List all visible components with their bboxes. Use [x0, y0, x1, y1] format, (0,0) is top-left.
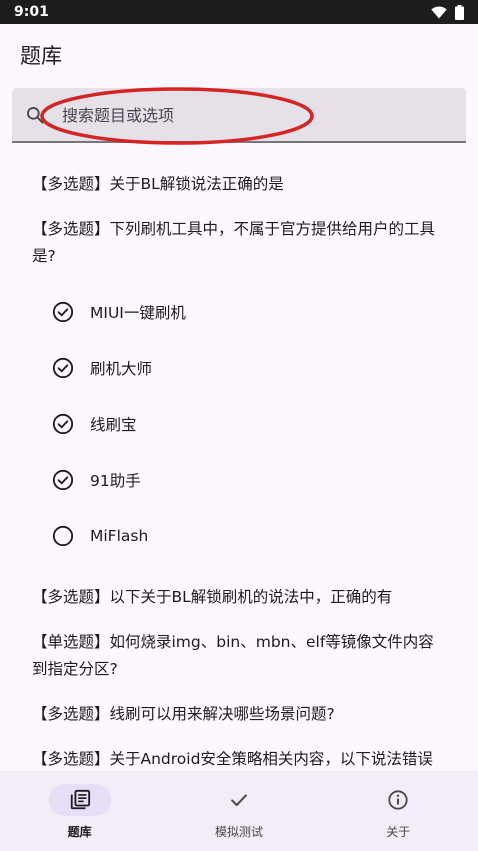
check-circle-icon — [52, 413, 74, 435]
check-circle-icon — [52, 357, 74, 379]
question-text: 【多选题】线刷可以用来解决哪些场景问题? — [32, 705, 335, 723]
search-icon — [27, 107, 44, 124]
option-item[interactable]: 刷机大师 — [0, 340, 478, 396]
status-icons — [431, 4, 464, 20]
nav-item-library[interactable]: 题库 — [25, 784, 135, 840]
question-item[interactable]: 【单选题】如何烧录img、bin、mbn、elf等镜像文件内容到指定分区? — [0, 629, 478, 683]
question-item[interactable]: 【多选题】下列刷机工具中，不属于官方提供给用户的工具是? — [0, 216, 478, 270]
bottom-navigation: 题库 模拟测试 关于 — [0, 771, 478, 851]
question-text: 【单选题】如何烧录img、bin、mbn、elf等镜像文件内容到指定分区? — [32, 633, 434, 678]
question-item[interactable]: 【多选题】以下关于BL解锁刷机的说法中，正确的有 — [0, 584, 478, 611]
app-bar: 题库 — [0, 24, 478, 86]
status-bar: 9:01 — [0, 0, 478, 24]
library-icon — [70, 789, 90, 810]
search-input[interactable] — [62, 100, 442, 130]
option-item[interactable]: MIUI一键刷机 — [0, 284, 478, 340]
question-text: 【多选题】关于Android安全策略相关内容，以下说法错误 — [32, 750, 433, 768]
empty-circle-icon — [52, 525, 74, 547]
question-item[interactable]: 【多选题】关于BL解锁说法正确的是 — [0, 171, 478, 198]
question-list[interactable]: 【多选题】关于BL解锁说法正确的是 【多选题】下列刷机工具中，不属于官方提供给用… — [0, 160, 478, 773]
status-time: 9:01 — [14, 4, 49, 20]
page-title: 题库 — [20, 44, 62, 68]
option-item[interactable]: 线刷宝 — [0, 396, 478, 452]
nav-label: 模拟测试 — [214, 825, 263, 839]
option-label: 刷机大师 — [90, 360, 153, 378]
question-text: 【多选题】下列刷机工具中，不属于官方提供给用户的工具是? — [32, 220, 436, 265]
option-label: MIUI一键刷机 — [90, 304, 186, 322]
nav-label: 题库 — [67, 825, 92, 839]
battery-icon — [455, 4, 464, 20]
nav-item-about[interactable]: 关于 — [343, 784, 453, 840]
check-icon — [231, 794, 247, 807]
nav-indicator — [208, 784, 270, 816]
question-item[interactable]: 【多选题】线刷可以用来解决哪些场景问题? — [0, 701, 478, 728]
info-icon — [388, 790, 408, 810]
nav-indicator — [367, 784, 429, 816]
option-label: 91助手 — [90, 472, 141, 490]
check-circle-icon — [52, 469, 74, 491]
nav-indicator — [48, 784, 111, 816]
option-list: MIUI一键刷机 刷机大师 线刷宝 91助手 MiFlash — [0, 284, 478, 564]
question-item[interactable]: 【多选题】关于Android安全策略相关内容，以下说法错误 — [0, 746, 478, 773]
search-bar[interactable] — [12, 88, 466, 143]
nav-label: 关于 — [386, 825, 411, 839]
question-text: 【多选题】以下关于BL解锁刷机的说法中，正确的有 — [32, 588, 393, 606]
nav-item-mock-test[interactable]: 模拟测试 — [184, 784, 294, 840]
option-item[interactable]: 91助手 — [0, 452, 478, 508]
option-item[interactable]: MiFlash — [0, 508, 478, 564]
check-circle-icon — [52, 301, 74, 323]
wifi-icon — [431, 6, 447, 18]
question-text: 【多选题】关于BL解锁说法正确的是 — [32, 175, 284, 193]
option-label: MiFlash — [90, 527, 149, 545]
option-label: 线刷宝 — [90, 416, 137, 434]
